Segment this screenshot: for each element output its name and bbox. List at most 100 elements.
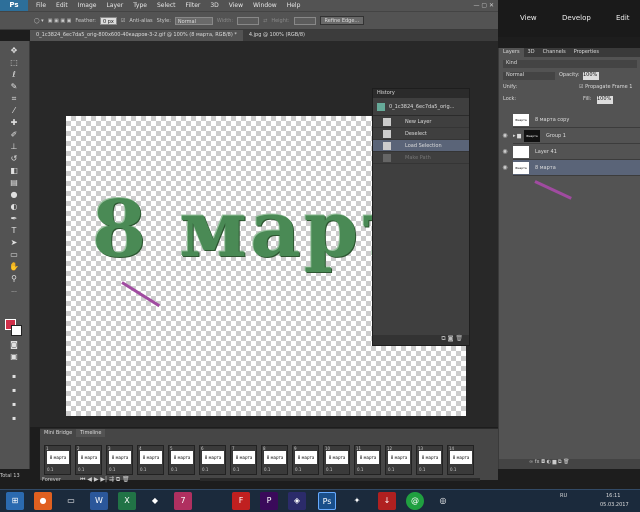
eye-icon[interactable]: ◉	[499, 128, 511, 144]
timeline-frame[interactable]: 13 8 марта 0.1	[416, 445, 443, 475]
eraser-icon[interactable]: ◧	[7, 165, 21, 176]
loop-select[interactable]: Forever	[42, 477, 61, 483]
nav-develop[interactable]: Develop	[562, 12, 591, 24]
layer-row[interactable]: Layer 41	[513, 144, 640, 160]
playback-controls[interactable]: ⏮ ◀ ▶ ▶| ⇶ ⧉ 🗑	[80, 476, 130, 484]
download-icon[interactable]: ↓	[378, 492, 396, 510]
frame-time[interactable]: 0.1	[295, 467, 301, 472]
tab-timeline[interactable]: Timeline	[76, 429, 106, 437]
tab-document-1[interactable]: 0_1c3824_6ec7da5_orig-800x600-40кадров-3…	[30, 30, 243, 41]
frame-time[interactable]: 0.1	[202, 467, 208, 472]
frame-time[interactable]: 0.1	[109, 467, 115, 472]
layer-row-selected[interactable]: 8марта 8 марта	[513, 160, 640, 176]
crop-tool-icon[interactable]: ⌗	[7, 93, 21, 104]
pen-tool-icon[interactable]: ✒	[7, 213, 21, 224]
timeline-frame[interactable]: 10 8 марта 0.1	[323, 445, 350, 475]
history-snapshot[interactable]: 0_1c3824_6ec7da5_orig...	[373, 98, 469, 116]
tool-preset-3-icon[interactable]: ▪	[7, 399, 21, 410]
flash-icon[interactable]: F	[232, 492, 250, 510]
tool-preset-2-icon[interactable]: ▪	[7, 385, 21, 396]
zoom-tool-icon[interactable]: ⚲	[7, 273, 21, 284]
screen-mode-icon[interactable]: ▣	[7, 351, 21, 362]
selection-mode-icons[interactable]: ▣ ▣ ▣ ▣	[48, 18, 72, 24]
lasso-tool-icon[interactable]: ℓ	[7, 69, 21, 80]
timeline-frame[interactable]: 38 марта 0.1	[106, 445, 133, 475]
frame-time[interactable]: 0.1	[357, 467, 363, 472]
eye-icon[interactable]: ◉	[499, 160, 511, 176]
language-indicator[interactable]: RU	[560, 493, 567, 499]
more-tools-icon[interactable]: ···	[7, 287, 21, 298]
menu-3d[interactable]: 3D	[205, 2, 223, 9]
layer-row-group[interactable]: ▸ ▆ 8марта Group 1	[513, 128, 640, 144]
history-brush-icon[interactable]: ↺	[7, 153, 21, 164]
layer-filter[interactable]: Kind	[503, 60, 637, 68]
timeline-frame[interactable]: 28 марта 0.1	[75, 445, 102, 475]
tab-document-2[interactable]: 4.jpg @ 100% (RGB/8)	[243, 30, 311, 41]
word-icon[interactable]: W	[90, 492, 108, 510]
propagate-checkbox[interactable]: ☑ Propagate Frame 1	[579, 84, 632, 90]
frame-time[interactable]: 0.1	[233, 467, 239, 472]
menu-window[interactable]: Window	[248, 2, 282, 9]
menu-filter[interactable]: Filter	[181, 2, 206, 9]
gradient-icon[interactable]: ▤	[7, 177, 21, 188]
menu-view[interactable]: View	[224, 2, 248, 9]
photoshop-icon[interactable]: Ps	[318, 492, 336, 510]
nav-edit[interactable]: Edit	[616, 12, 630, 24]
feather-input[interactable]: 0 px	[99, 16, 117, 25]
timeline-frame[interactable]: 48 марта 0.1	[137, 445, 164, 475]
camera-icon[interactable]: ◙	[448, 335, 454, 342]
quick-select-icon[interactable]: ✎	[7, 81, 21, 92]
timeline-frame[interactable]: 58 марта 0.1	[168, 445, 195, 475]
healing-brush-icon[interactable]: ✚	[7, 117, 21, 128]
new-document-icon[interactable]: ⧉	[441, 335, 445, 342]
frame-time[interactable]: 0.1	[419, 467, 425, 472]
frame-time[interactable]: 0.1	[78, 467, 84, 472]
premiere-icon[interactable]: P	[260, 492, 278, 510]
width-input[interactable]	[237, 16, 260, 25]
timeline-frame[interactable]: 68 марта 0.1	[199, 445, 226, 475]
dodge-tool-icon[interactable]: ◐	[7, 201, 21, 212]
start-button-icon[interactable]: ⊞	[6, 492, 24, 510]
trash-icon[interactable]: 🗑	[455, 335, 463, 342]
tab-3d[interactable]: 3D	[524, 48, 539, 57]
path-select-icon[interactable]: ➤	[7, 237, 21, 248]
explorer-icon[interactable]: ▭	[62, 492, 80, 510]
move-tool-icon[interactable]: ✥	[7, 45, 21, 56]
hand-tool-icon[interactable]: ✋	[7, 261, 21, 272]
history-item[interactable]: Deselect	[373, 128, 469, 140]
excel-icon[interactable]: X	[118, 492, 136, 510]
app-misc-icon[interactable]: ✦	[348, 492, 366, 510]
background-color-swatch[interactable]	[11, 325, 22, 336]
layer-row[interactable]: 8марта 8 марта copy	[513, 112, 640, 128]
antialias-checkbox[interactable]: ☑	[121, 18, 125, 24]
timeline-scrollbar[interactable]	[200, 478, 480, 481]
clock-date[interactable]: 05.03.2017	[600, 502, 629, 508]
frame-time[interactable]: 0.1	[140, 467, 146, 472]
tab-mini-bridge[interactable]: Mini Bridge	[40, 429, 76, 437]
frame-time[interactable]: 0.1	[326, 467, 332, 472]
menu-help[interactable]: Help	[282, 2, 306, 9]
frame-time[interactable]: 0.1	[450, 467, 456, 472]
shape-tool-icon[interactable]: ▭	[7, 249, 21, 260]
swap-icon[interactable]: ⇄	[263, 18, 267, 24]
tab-layers[interactable]: Layers	[499, 48, 524, 57]
frame-time[interactable]: 0.1	[264, 467, 270, 472]
frame-time[interactable]: 0.1	[47, 467, 53, 472]
app-misc2-icon[interactable]: ◎	[434, 492, 452, 510]
timeline-frame[interactable]: 18 марта 0.1	[44, 445, 71, 475]
menu-layer[interactable]: Layer	[101, 2, 128, 9]
nav-view[interactable]: View	[520, 12, 537, 24]
marquee-tool-icon[interactable]: ⬚	[7, 57, 21, 68]
fill-input[interactable]: 100%	[597, 96, 613, 104]
blend-mode-select[interactable]: Normal	[503, 72, 555, 80]
timeline-frame[interactable]: 11 8 марта 0.1	[354, 445, 381, 475]
timeline-frame[interactable]: 98 марта 0.1	[292, 445, 319, 475]
type-tool-icon[interactable]: T	[7, 225, 21, 236]
tab-properties[interactable]: Properties	[570, 48, 603, 57]
menu-file[interactable]: File	[31, 2, 51, 9]
tool-preset-4-icon[interactable]: ▪	[7, 413, 21, 424]
height-input[interactable]	[293, 16, 316, 25]
eyedropper-icon[interactable]: ⁄	[7, 105, 21, 116]
app-icon[interactable]: ◆	[146, 492, 164, 510]
timeline-frame[interactable]: 88 марта 0.1	[261, 445, 288, 475]
